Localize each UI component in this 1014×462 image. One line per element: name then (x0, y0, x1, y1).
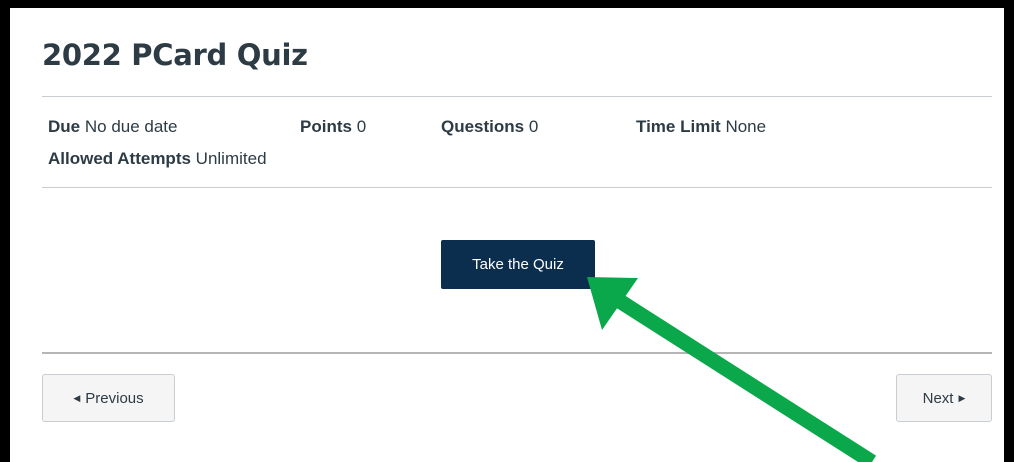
due-label: Due (48, 117, 81, 136)
previous-button[interactable]: ◀ Previous (42, 374, 175, 422)
questions-label: Questions (441, 117, 525, 136)
time-limit-label: Time Limit (636, 117, 721, 136)
quiz-points: Points 0 (300, 117, 366, 137)
points-value: 0 (356, 117, 367, 136)
previous-label: Previous (85, 389, 144, 407)
due-value: No due date (84, 117, 178, 136)
divider (42, 96, 992, 97)
footer-divider (42, 352, 992, 354)
triangle-left-icon: ◀ (73, 392, 81, 403)
quiz-allowed-attempts: Allowed Attempts Unlimited (48, 149, 267, 169)
time-limit-value: None (725, 117, 767, 136)
quiz-questions: Questions 0 (441, 117, 538, 137)
divider (42, 187, 992, 188)
quiz-due: Due No due date (48, 117, 178, 137)
questions-value: 0 (528, 117, 539, 136)
quiz-time-limit: Time Limit None (636, 117, 766, 137)
next-button[interactable]: Next ▶ (896, 374, 992, 422)
points-label: Points (300, 117, 352, 136)
attempts-label: Allowed Attempts (48, 149, 191, 168)
page-title: 2022 PCard Quiz (42, 38, 308, 72)
take-quiz-button[interactable]: Take the Quiz (441, 240, 595, 289)
triangle-right-icon: ▶ (958, 392, 966, 403)
next-label: Next (922, 389, 954, 407)
attempts-value: Unlimited (195, 149, 267, 168)
